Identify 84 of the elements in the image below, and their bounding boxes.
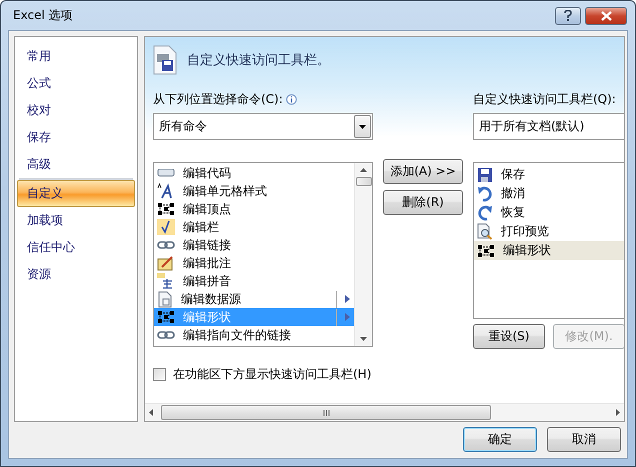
command-item[interactable]: 编辑批注	[154, 254, 354, 272]
dropdown-button[interactable]	[354, 115, 371, 138]
toolbar-item[interactable]: 撤消	[474, 184, 624, 203]
dropdown-value: 所有命令	[159, 118, 208, 135]
toolbar-item-label: 保存	[501, 166, 526, 183]
vertex-shape-icon	[157, 310, 175, 324]
toolbar-item[interactable]: 编辑形状	[474, 241, 624, 260]
grip-icon	[322, 410, 330, 416]
help-icon	[564, 10, 572, 21]
command-item[interactable]: 编辑链接	[154, 236, 354, 254]
close-icon	[600, 10, 612, 20]
dropdown-value: 用于所有文档(默认)	[479, 118, 586, 135]
scroll-right-icon	[616, 409, 620, 416]
checkbox-label: 在功能区下方显示快速访问工具栏(H)	[173, 366, 372, 383]
cancel-button[interactable]: 取消	[547, 427, 621, 452]
sidebar-item[interactable]: 保存	[17, 124, 135, 151]
toolbar-item-label: 打印预览	[501, 223, 550, 240]
scroll-left-icon	[149, 409, 153, 416]
command-label: 编辑栏	[183, 218, 220, 236]
chain-link-icon	[157, 240, 175, 250]
command-item[interactable]: 编辑指向文件的链接	[154, 326, 354, 344]
vertex-shape-icon	[157, 202, 175, 216]
command-item[interactable]: 编辑单元格样式	[154, 182, 354, 200]
vertex-shape-icon	[477, 244, 495, 258]
info-icon	[286, 94, 297, 104]
section-title: 自定义快速访问工具栏。	[187, 52, 330, 69]
horizontal-scrollbar[interactable]	[145, 403, 624, 421]
sidebar-item[interactable]: 信任中心	[17, 234, 135, 261]
command-label: 编辑代码	[183, 164, 232, 182]
print-preview-icon	[477, 223, 493, 240]
scroll-down-icon	[360, 337, 367, 341]
note-pencil-icon	[157, 255, 175, 271]
sidebar-item[interactable]: 公式	[17, 70, 135, 97]
chain-link-icon	[157, 330, 175, 340]
command-item[interactable]: 编辑代码	[154, 164, 354, 182]
close-button[interactable]	[585, 6, 627, 24]
toolbar-scope-dropdown[interactable]: 用于所有文档(默认)	[473, 113, 624, 140]
checkbox[interactable]	[153, 368, 166, 381]
submenu-arrow-icon	[345, 313, 350, 321]
command-label: 编辑指向文件的链接	[183, 326, 292, 344]
command-item[interactable]: 编辑栏	[154, 218, 354, 236]
command-label: 编辑数据源	[181, 290, 242, 308]
field-label: 自定义快速访问工具栏(Q):	[473, 90, 616, 108]
font-style-icon	[157, 183, 175, 199]
reset-button[interactable]: 重设(S)	[473, 324, 545, 349]
redo-arrow-icon	[477, 204, 493, 220]
sidebar-item[interactable]: 常用	[17, 43, 135, 70]
toolbar-item[interactable]: 打印预览	[474, 222, 624, 241]
toolbar-document-icon	[153, 45, 177, 75]
ok-button[interactable]: 确定	[463, 427, 537, 452]
command-item[interactable]: 编辑顶点	[154, 200, 354, 218]
sidebar-item[interactable]: 高级	[17, 151, 135, 178]
command-label: 编辑顶点	[183, 200, 232, 218]
toolbar-item-label: 撤消	[501, 185, 526, 202]
command-label: 编辑单元格样式	[183, 182, 268, 200]
undo-arrow-icon	[477, 186, 493, 202]
submenu-arrow-icon	[345, 295, 350, 303]
sidebar-item[interactable]: 加载项	[17, 207, 135, 234]
toolbar-item[interactable]: 恢复	[474, 203, 624, 222]
vertical-scrollbar[interactable]	[354, 163, 372, 346]
window-title: Excel 选项	[13, 7, 74, 24]
help-button[interactable]	[555, 6, 581, 24]
remove-button[interactable]: 删除(R)	[383, 190, 463, 214]
caret-icon	[359, 124, 366, 128]
sidebar-item[interactable]: 资源	[17, 261, 135, 288]
scroll-up-icon	[360, 168, 367, 172]
document-icon	[157, 290, 173, 308]
command-label: 编辑拼音	[183, 272, 232, 290]
command-label: 编辑链接	[183, 236, 232, 254]
sidebar-item[interactable]: 自定义	[17, 180, 135, 207]
add-button[interactable]: 添加(A) >>	[383, 158, 463, 184]
command-label: 编辑批注	[183, 254, 232, 272]
command-label: 编辑形状	[183, 308, 232, 326]
toolbar-item-label: 编辑形状	[503, 242, 552, 259]
command-item[interactable]: 编辑数据源	[154, 290, 354, 308]
command-source-dropdown[interactable]: 所有命令	[153, 113, 373, 140]
field-label: 从下列位置选择命令(C):	[153, 90, 283, 108]
toolbar-item-label: 恢复	[501, 204, 526, 221]
scroll-thumb[interactable]	[356, 177, 372, 186]
toolbar-item[interactable]: 保存	[474, 165, 624, 184]
scroll-thumb[interactable]	[161, 405, 491, 420]
sidebar-item[interactable]: 校对	[17, 97, 135, 124]
command-item[interactable]: 编辑拼音	[154, 272, 354, 290]
check-mark-icon	[157, 219, 175, 235]
